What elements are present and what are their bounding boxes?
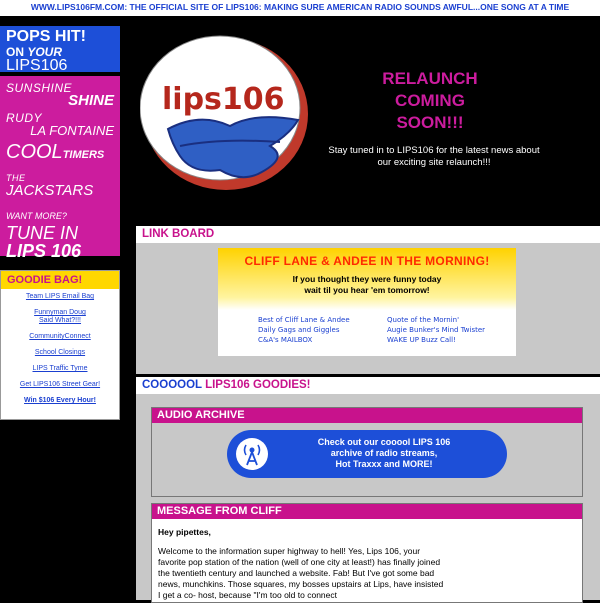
show-name-b: JACKSTARS [6, 182, 94, 199]
cliff-link[interactable]: Best of Cliff Lane & Andee [258, 316, 387, 324]
goodie-link[interactable]: Win $106 Every Hour! [24, 397, 96, 404]
goodie-bag-title: GOODIE BAG! [1, 271, 119, 289]
goodie-link-item[interactable]: Win $106 Every Hour! [3, 397, 117, 405]
cliff-andee-banner[interactable]: CLIFF LANE & ANDEE IN THE MORNING! If yo… [218, 248, 516, 310]
relaunch-line: COMING [395, 91, 465, 110]
cliff-link[interactable]: Augie Bunker's Mind Twister [387, 326, 516, 334]
relaunch-line: SOON!!! [396, 113, 464, 132]
relaunch-line: RELAUNCH [382, 69, 478, 88]
show-item[interactable]: COOLTIMERS [6, 142, 114, 172]
show-name-b: LA FONTAINE [30, 123, 114, 138]
cliff-links-grid: Best of Cliff Lane & Andee Quote of the … [218, 310, 516, 344]
tune-in-text: TUNE IN [6, 223, 78, 243]
lips106-text: LIPS 106 [6, 241, 82, 261]
relaunch-heading: RELAUNCH COMING SOON!!! [330, 68, 530, 134]
relaunch-note: Stay tuned in to LIPS106 for the latest … [328, 145, 540, 168]
on-your-lips-text: ON YOUR LIPS106 [6, 45, 114, 74]
goodies-title-a: COOOOOL [142, 379, 202, 391]
banner-title: CLIFF LANE & ANDEE IN THE MORNING! [244, 254, 490, 268]
logo-text: lips106 [162, 82, 285, 117]
audio-btn-line: archive of radio streams, [330, 448, 438, 458]
goodies-title-b: LIPS106 GOODIES! [205, 379, 311, 391]
banner-subtitle: If you thought they were funny today wai… [218, 274, 516, 296]
pops-hit-text: POPS HIT! [6, 28, 87, 45]
goodies-title: COOOOOL LIPS106 GOODIES! [136, 377, 600, 394]
link-board-panel: LINK BOARD CLIFF LANE & ANDEE IN THE MOR… [136, 226, 600, 374]
audio-archive-title: AUDIO ARCHIVE [152, 408, 582, 423]
site-url: WWW.LIPS106FM.COM: [30, 2, 128, 12]
show-item[interactable]: THE JACKSTARS [6, 172, 114, 202]
site-tagline-bar: WWW.LIPS106FM.COM: THE OFFICIAL SITE OF … [0, 0, 600, 16]
goodie-link-item[interactable]: LIPS Traffic Tyme [3, 365, 117, 373]
site-tagline: THE OFFICIAL SITE OF LIPS106: MAKING SUR… [129, 2, 570, 12]
goodie-link[interactable]: Funnyman Doug Said What?!!! [34, 309, 86, 324]
audio-btn-line: Hot Traxxx and MORE! [335, 459, 433, 469]
goodie-bag-panel: GOODIE BAG! Team LIPS Email Bag Funnyman… [0, 270, 120, 420]
show-name-a: COOL [6, 141, 63, 163]
tune-in-block[interactable]: WANT MORE? TUNE IN LIPS 106 [6, 206, 114, 260]
cliff-link[interactable]: WAKE UP Buzz Call! [387, 336, 516, 344]
goodie-link[interactable]: LIPS Traffic Tyme [33, 365, 88, 372]
audio-btn-line: Check out our cooool LIPS 106 [317, 437, 451, 447]
cliff-andee-box: CLIFF LANE & ANDEE IN THE MORNING! If yo… [218, 248, 516, 356]
goodie-link[interactable]: CommunityConnect [29, 333, 90, 340]
goodie-link-item[interactable]: Get LIPS106 Street Gear! [3, 381, 117, 389]
want-more-text: WANT MORE? [6, 211, 67, 221]
show-name-b: SHINE [68, 92, 114, 109]
show-item[interactable]: SUNSHINE SHINE [6, 82, 114, 112]
message-text: Welcome to the information super highway… [158, 546, 444, 600]
goodie-link[interactable]: School Closings [35, 349, 85, 356]
message-title: MESSAGE FROM CLIFF [152, 504, 582, 519]
banner-line: wait til you hear 'em tomorrow! [304, 285, 430, 295]
show-name-b: TIMERS [62, 149, 105, 161]
goodie-link[interactable]: Team LIPS Email Bag [26, 293, 94, 300]
lips106-logo[interactable]: lips106 [140, 34, 316, 190]
pops-hit-promo[interactable]: POPS HIT! ON YOUR LIPS106 [0, 26, 120, 74]
goodie-link[interactable]: Get LIPS106 Street Gear! [20, 381, 100, 388]
show-item[interactable]: RUDY LA FONTAINE [6, 112, 114, 142]
message-greeting: Hey pipettes, [158, 527, 211, 537]
goodie-link-item[interactable]: Team LIPS Email Bag [3, 293, 117, 301]
link-board-title: LINK BOARD [136, 226, 600, 243]
goodie-link-item[interactable]: CommunityConnect [3, 333, 117, 341]
message-body: Hey pipettes, Welcome to the information… [152, 519, 452, 601]
brand-text: LIPS106 [6, 57, 68, 74]
shows-promo[interactable]: SUNSHINE SHINE RUDY LA FONTAINE COOLTIME… [0, 76, 120, 260]
goodie-link-item[interactable]: Funnyman Doug Said What?!!! [30, 309, 90, 325]
radio-tower-icon [236, 438, 268, 470]
message-section: MESSAGE FROM CLIFF Hey pipettes, Welcome… [151, 503, 583, 603]
banner-line: If you thought they were funny today [292, 274, 442, 284]
goodie-link-item[interactable]: School Closings [3, 349, 117, 357]
goodie-bag-list: Team LIPS Email Bag Funnyman Doug Said W… [1, 289, 119, 417]
cliff-link[interactable]: C&A's MAILBOX [258, 336, 387, 344]
audio-archive-button[interactable]: Check out our cooool LIPS 106 archive of… [227, 430, 507, 478]
goodies-panel: COOOOOL LIPS106 GOODIES! AUDIO ARCHIVE C… [136, 377, 600, 603]
audio-archive-section: AUDIO ARCHIVE Check out our cooool LIPS … [151, 407, 583, 497]
cliff-link[interactable]: Quote of the Mornin' [387, 316, 516, 324]
cliff-link[interactable]: Daily Gags and Giggles [258, 326, 387, 334]
